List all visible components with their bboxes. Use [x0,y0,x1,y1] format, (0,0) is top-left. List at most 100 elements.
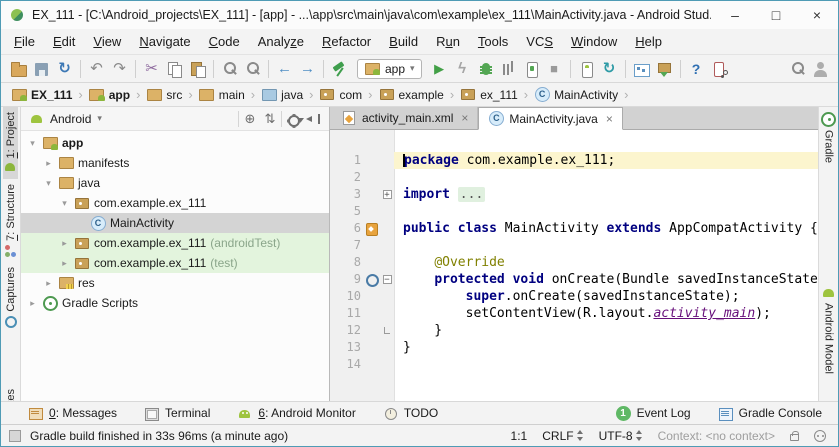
code-editor[interactable]: ✓ 1package com.example.ex_111;23+import … [330,130,818,401]
attach-icon[interactable] [520,58,543,80]
breadcrumb-item-com[interactable]: com [317,86,364,103]
paste-icon[interactable] [186,58,209,80]
menu-item-window[interactable]: Window [562,31,626,52]
layout-gutter-icon[interactable] [364,220,380,237]
tree-item-com-example-ex-111[interactable]: ▾ com.example.ex_111 [21,193,329,213]
breadcrumb-item-mainactivity[interactable]: MainActivity [532,86,620,103]
code-text[interactable]: package com.example.ex_111; [394,152,818,169]
tree-item-com-example-ex-111-androidtest[interactable]: ▸ com.example.ex_111 (androidTest) [21,233,329,253]
gradle-sync-icon[interactable]: ↻ [598,58,621,80]
fold-plus-icon[interactable]: + [382,190,392,200]
code-text[interactable]: public class MainActivity extends AppCom… [394,220,818,237]
editor-tab-mainactivity-java[interactable]: MainActivity.java × [478,107,623,130]
locate-icon[interactable]: ⊕ [241,109,259,129]
help-icon[interactable]: ? [685,58,708,80]
tree-item-gradle-scripts[interactable]: ▸ Gradle Scripts [21,293,329,313]
tree-item-app[interactable]: ▾ app [21,133,329,153]
tree-expand-arrow[interactable]: ▸ [43,278,54,289]
avd-icon[interactable] [575,58,598,80]
tree-item-manifests[interactable]: ▸ manifests [21,153,329,173]
tool-window-button-todo[interactable]: TODO [383,406,438,421]
code-text[interactable]: } [394,339,818,356]
tool-window-button-android-monitor[interactable]: 6: Android Monitor [237,406,356,421]
tree-item-java[interactable]: ▾ java [21,173,329,193]
menu-item-analyze[interactable]: Analyze [249,31,313,52]
tree-expand-arrow[interactable]: ▸ [59,238,70,249]
tree-expand-arrow[interactable]: ▾ [59,198,70,209]
context-widget[interactable]: Context: <no context> [658,429,775,443]
menu-item-run[interactable]: Run [427,31,469,52]
avatar-icon[interactable] [809,58,832,80]
folded-region[interactable]: ... [457,187,486,202]
menu-item-view[interactable]: View [84,31,130,52]
breadcrumb-item-src[interactable]: src [144,86,184,103]
menu-item-navigate[interactable]: Navigate [130,31,199,52]
sdk-icon[interactable] [653,58,676,80]
stop-icon[interactable]: ■ [543,58,566,80]
devlink-icon[interactable] [708,58,731,80]
tree-expand-arrow[interactable]: ▾ [43,178,54,189]
menu-item-vcs[interactable]: VCS [517,31,562,52]
find-icon[interactable] [218,58,241,80]
collapse-all-icon[interactable]: ⇅ [261,109,279,129]
redo-icon[interactable]: ↷ [108,58,131,80]
copy-icon[interactable] [163,58,186,80]
tool-stripe-project[interactable]: 1: Project [3,107,18,180]
fold-minus-icon[interactable]: − [382,275,392,285]
project-view-selector[interactable]: Android ▾ [28,111,232,126]
search-icon[interactable] [786,58,809,80]
tree-expand-arrow[interactable]: ▸ [59,258,70,269]
encoding-widget[interactable]: UTF-8 [599,429,643,443]
tool-stripe-captures[interactable]: Captures [3,262,18,333]
fold-marker[interactable] [380,322,394,339]
inspections-profile-icon[interactable] [814,429,826,442]
tree-item-res[interactable]: ▸ res [21,273,329,293]
tree-expand-arrow[interactable]: ▸ [43,158,54,169]
hammer-icon[interactable] [328,58,351,80]
code-text[interactable]: protected void onCreate(Bundle savedInst… [394,271,818,288]
menu-item-refactor[interactable]: Refactor [313,31,380,52]
caret-position-widget[interactable]: 1:1 [511,429,528,443]
code-text[interactable]: setContentView(R.layout.activity_main); [394,305,818,322]
breadcrumb-item-app[interactable]: app [87,86,132,103]
menu-item-tools[interactable]: Tools [469,31,517,52]
apply-icon[interactable]: ϟ [451,58,474,80]
tool-window-button-messages[interactable]: 0: Messages [28,406,117,421]
code-text[interactable] [394,169,818,186]
fold-marker[interactable]: − [380,271,394,288]
breadcrumb-item-example[interactable]: example [377,86,446,103]
code-text[interactable]: @Override [394,254,818,271]
cut-icon[interactable]: ✂ [140,58,163,80]
tool-stripe-gradle[interactable]: Gradle [820,107,838,168]
tool-stripe-android-model[interactable]: Android Model [820,280,838,379]
code-text[interactable]: } [394,322,818,339]
run-icon[interactable]: ▶ [428,58,451,80]
code-text[interactable] [394,356,818,373]
menu-item-code[interactable]: Code [200,31,249,52]
tree-expand-arrow[interactable]: ▸ [27,298,38,309]
maximize-button[interactable]: □ [759,2,793,28]
replace-icon[interactable] [241,58,264,80]
breadcrumb-item-ex-111[interactable]: EX_111 [9,86,74,103]
line-ending-widget[interactable]: CRLF [542,429,583,443]
minimize-button[interactable]: – [718,2,752,28]
code-text[interactable] [394,237,818,254]
hide-icon[interactable] [304,109,322,129]
devmon-icon[interactable] [630,58,653,80]
close-icon[interactable]: × [461,111,468,125]
profile-icon[interactable] [497,58,520,80]
editor-tab-activity-main-xml[interactable]: activity_main.xml × [332,107,479,129]
menu-item-build[interactable]: Build [380,31,427,52]
save-icon[interactable] [30,58,53,80]
tree-expand-arrow[interactable]: ▾ [27,138,38,149]
code-text[interactable] [394,203,818,220]
close-icon[interactable]: × [606,112,613,126]
code-text[interactable]: super.onCreate(savedInstanceState); [394,288,818,305]
menu-item-help[interactable]: Help [626,31,671,52]
tree-item-com-example-ex-111-test[interactable]: ▸ com.example.ex_111 (test) [21,253,329,273]
undo-icon[interactable]: ↶ [85,58,108,80]
breadcrumb-item-main[interactable]: main [197,86,247,103]
settings-icon[interactable] [284,109,304,129]
breadcrumb-item-ex-111[interactable]: ex_111 [458,86,520,103]
tool-window-button-terminal[interactable]: Terminal [144,406,210,421]
